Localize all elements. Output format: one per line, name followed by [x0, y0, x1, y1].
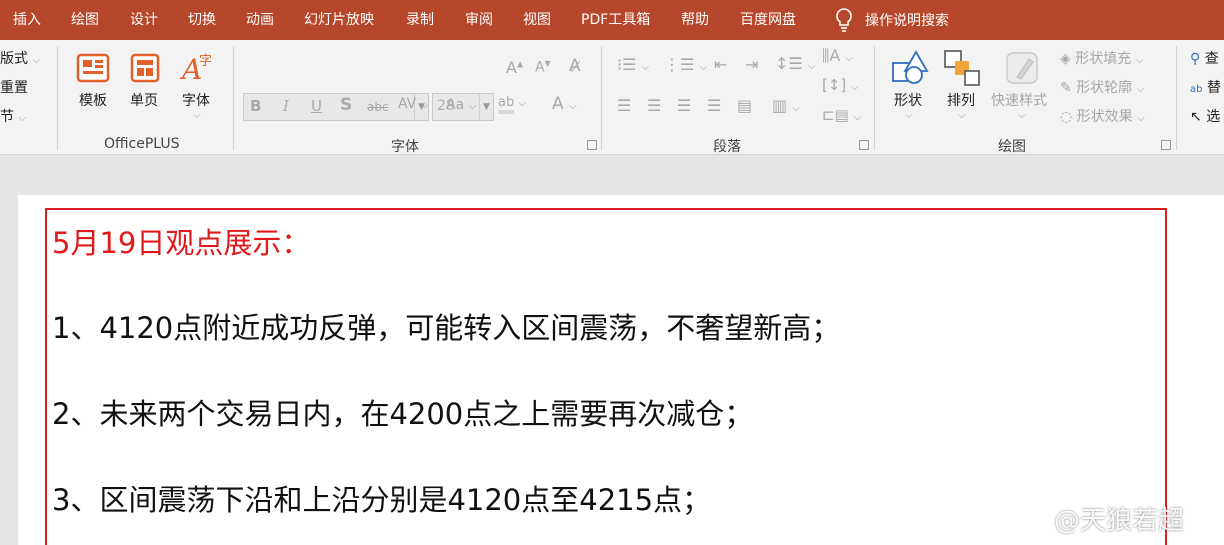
text-direction-icon[interactable]: ⫼A ⌵ [822, 46, 853, 66]
menu-view[interactable]: 视图 [523, 0, 551, 40]
watermark-text: @天狼若超 [1054, 506, 1185, 536]
shapes-icon [892, 50, 929, 84]
shadow-icon[interactable]: S [340, 95, 352, 115]
arrange-icon [944, 50, 980, 86]
search-icon: ⚲ [1190, 51, 1201, 67]
align-right-icon[interactable]: ☰ [677, 96, 691, 115]
find-button[interactable]: ⚲ 查 [1190, 48, 1219, 68]
chevron-down-icon: ⌵ [958, 110, 966, 121]
increase-font-icon[interactable]: A▲ [506, 58, 523, 77]
template-button[interactable]: 模板 [79, 90, 107, 110]
shape-effects-button[interactable]: ◌ 形状效果 ⌵ [1060, 106, 1145, 126]
menu-record[interactable]: 录制 [406, 0, 434, 40]
ribbon: 版式 ⌵ 重置 节 ⌵ 模板 单页 A 字 字体 ⌵ OfficePLUS ▼ [0, 40, 1224, 155]
effects-icon: ◌ [1060, 109, 1073, 125]
decrease-indent-icon[interactable]: ⇤ [714, 55, 727, 74]
clear-format-icon[interactable]: A̷ [569, 56, 581, 76]
menu-slideshow[interactable]: 幻灯片放映 [304, 0, 374, 40]
align-text-icon[interactable]: [↕] ⌵ [822, 76, 859, 94]
paint-bucket-icon: ◈ [1060, 51, 1071, 67]
replace-icon: ab [1190, 84, 1203, 95]
quick-styles-icon [1006, 52, 1038, 84]
separator [1176, 46, 1177, 150]
menu-review[interactable]: 审阅 [465, 0, 493, 40]
powerpoint-window: 插入 绘图 设计 切换 动画 幻灯片放映 录制 审阅 视图 PDF工具箱 帮助 … [0, 0, 1224, 545]
template-icon [76, 53, 110, 83]
chevron-down-icon: ⌵ [905, 110, 913, 121]
quick-styles-button[interactable]: 快速样式 [991, 90, 1047, 110]
tell-me-search[interactable]: 操作说明搜索 [833, 0, 949, 40]
line-spacing-icon[interactable]: ↕☰ ⌵ [775, 54, 815, 73]
italic-icon[interactable]: I [283, 97, 289, 115]
menu-pdf-toolbox[interactable]: PDF工具箱 [581, 0, 650, 40]
align-left-icon[interactable]: ☰ [617, 96, 631, 115]
smartart-icon[interactable]: ⊏▤ ⌵ [822, 106, 861, 124]
menu-help[interactable]: 帮助 [681, 0, 709, 40]
font-dialog-launcher[interactable] [587, 140, 597, 150]
group-label-officeplus: OfficePLUS [104, 136, 180, 152]
chevron-down-icon: ⌵ [1018, 110, 1026, 121]
increase-indent-icon[interactable]: ⇥ [745, 55, 758, 74]
distributed-icon[interactable]: ▤ [737, 96, 752, 115]
lightbulb-icon [836, 8, 852, 32]
shape-outline-button[interactable]: ✎ 形状轮廓 ⌵ [1060, 77, 1144, 97]
arrange-button[interactable]: 排列 [947, 90, 975, 110]
select-button[interactable]: ↖ 选 [1190, 106, 1220, 126]
change-case-icon[interactable]: Aa ⌵ [446, 97, 476, 113]
menu-bar: 插入 绘图 设计 切换 动画 幻灯片放映 录制 审阅 视图 PDF工具箱 帮助 … [0, 0, 1224, 40]
search-label: 操作说明搜索 [865, 13, 949, 29]
strikethrough-icon[interactable]: abc [367, 100, 389, 114]
menu-baidu-netdisk[interactable]: 百度网盘 [740, 0, 796, 40]
bullets-icon[interactable]: ⁝☰ ⌵ [617, 55, 649, 74]
underline-icon[interactable]: U [311, 97, 322, 115]
align-center-icon[interactable]: ☰ [647, 96, 661, 115]
numbering-icon[interactable]: ⋮☰ ⌵ [664, 55, 707, 74]
font-button[interactable]: 字体 [182, 90, 210, 110]
group-label-drawing: 绘图 [998, 139, 1026, 155]
separator [233, 46, 234, 150]
separator [601, 46, 602, 150]
columns-icon[interactable]: ▥ ⌵ [772, 96, 800, 115]
justify-icon[interactable]: ☰ [707, 96, 721, 115]
layout-button[interactable]: 版式 ⌵ [0, 48, 40, 68]
slide-title: 5月19日观点展示： [52, 226, 311, 260]
drawing-dialog-launcher[interactable] [1161, 140, 1171, 150]
menu-draw[interactable]: 绘图 [71, 0, 99, 40]
point-3: 3、区间震荡下沿和上沿分别是4120点至4215点； [52, 483, 712, 517]
separator [57, 46, 58, 150]
decrease-font-icon[interactable]: A▼ [535, 59, 551, 76]
group-label-font: 字体 [391, 139, 419, 155]
watermark: @天狼若超 [1008, 500, 1184, 537]
highlight-icon[interactable]: ab ⌵ [498, 95, 526, 114]
char-spacing-icon[interactable]: AV ⌵ [398, 96, 428, 112]
pen-icon: ✎ [1060, 80, 1072, 96]
weibo-logo-icon [1009, 508, 1047, 533]
point-1: 1、4120点附近成功反弹，可能转入区间震荡，不奢望新高； [52, 311, 841, 345]
menu-transitions[interactable]: 切换 [188, 0, 216, 40]
single-page-icon [130, 53, 160, 83]
reset-button[interactable]: 重置 [0, 77, 28, 97]
menu-animations[interactable]: 动画 [246, 0, 274, 40]
svg-text:字: 字 [199, 54, 212, 69]
paragraph-dialog-launcher[interactable] [859, 140, 869, 150]
shapes-button[interactable]: 形状 [894, 90, 922, 110]
menu-insert[interactable]: 插入 [13, 0, 41, 40]
separator [874, 46, 875, 150]
point-2: 2、未来两个交易日内，在4200点之上需要再次减仓； [52, 397, 754, 431]
font-color-icon[interactable]: A ⌵ [552, 94, 577, 114]
single-page-button[interactable]: 单页 [130, 90, 158, 110]
cursor-icon: ↖ [1190, 109, 1202, 125]
menu-design[interactable]: 设计 [130, 0, 158, 40]
chevron-down-icon: ⌵ [193, 110, 201, 121]
chevron-down-icon: ▼ [479, 94, 493, 120]
section-button[interactable]: 节 ⌵ [0, 106, 26, 126]
group-label-paragraph: 段落 [713, 139, 741, 155]
shape-fill-button[interactable]: ◈ 形状填充 ⌵ [1060, 48, 1143, 68]
bold-icon[interactable]: B [250, 97, 261, 115]
font-icon: A 字 [180, 53, 212, 83]
replace-button[interactable]: ab 替 [1190, 77, 1221, 97]
